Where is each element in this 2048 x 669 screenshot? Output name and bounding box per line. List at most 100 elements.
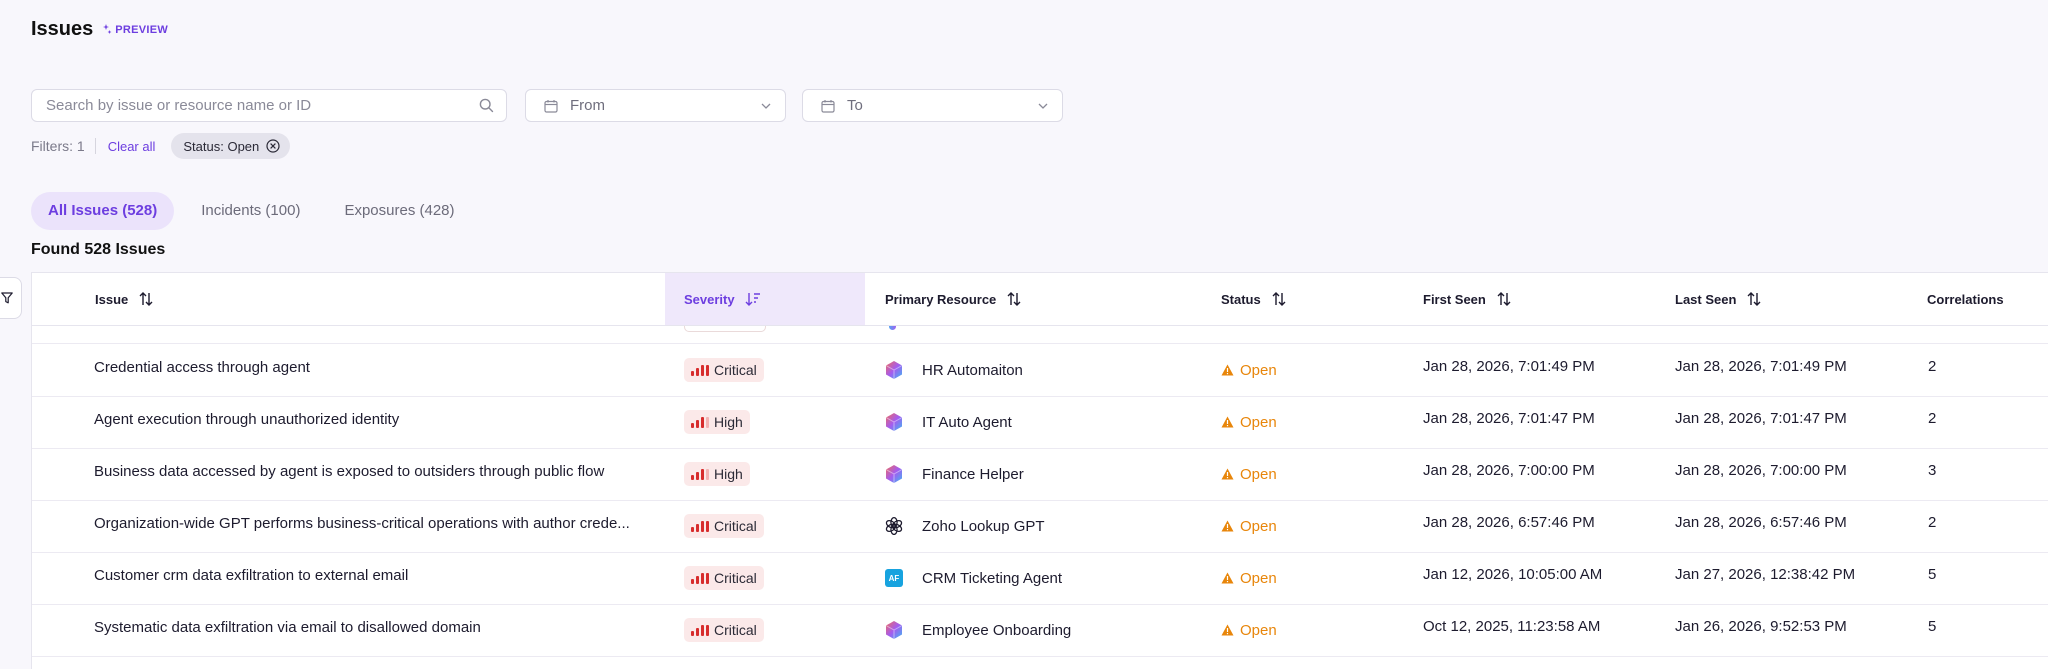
chevron-down-icon — [761, 103, 771, 109]
issue-title[interactable]: Systematic data exfiltration via email t… — [94, 604, 669, 656]
sort-icon — [1747, 292, 1761, 306]
column-header-severity[interactable]: Severity — [665, 273, 865, 325]
column-label: First Seen — [1423, 291, 1486, 307]
warning-icon — [1221, 624, 1234, 636]
table-row[interactable]: Organization-wide GPT performs business-… — [32, 500, 2048, 553]
status-label: Open — [1240, 361, 1277, 379]
resource-name: Finance Helper — [922, 465, 1024, 483]
correlations-cell: 5 — [1928, 566, 1937, 583]
column-label: Status — [1221, 291, 1261, 307]
column-header-correlations[interactable]: Correlations — [1927, 273, 2004, 325]
date-to-picker[interactable]: To — [802, 89, 1063, 122]
resource-name: Employee Onboarding — [922, 621, 1072, 639]
status-label: Open — [1240, 413, 1277, 431]
search-input[interactable] — [44, 96, 479, 115]
tab-all-issues[interactable]: All Issues (528) — [31, 192, 175, 230]
table-row[interactable]: Agent execution through unauthorized ide… — [32, 396, 2048, 449]
last-seen-cell: Jan 27, 2026, 12:38:42 PM — [1675, 566, 1856, 583]
chevron-down-icon — [1038, 103, 1048, 109]
column-header-primary-resource[interactable]: Primary Resource — [885, 273, 1022, 325]
search-icon — [479, 98, 494, 113]
severity-badge: Critical — [684, 618, 764, 642]
primary-resource-cell[interactable]: Finance Helper — [884, 448, 1024, 500]
column-header-last-seen[interactable]: Last Seen — [1675, 273, 1762, 325]
results-count: Found 528 Issues — [31, 241, 166, 258]
severity-badge: Critical — [684, 358, 764, 382]
preview-label: PREVIEW — [115, 23, 169, 36]
severity-label: High — [714, 414, 743, 430]
close-circle-icon[interactable] — [266, 139, 280, 153]
hexagon-gradient-icon — [884, 620, 904, 640]
severity-bars-icon — [691, 624, 709, 636]
primary-resource-cell[interactable]: AF CRM Ticketing Agent — [884, 552, 1062, 604]
first-seen-cell: Oct 12, 2025, 11:23:58 AM — [1423, 618, 1601, 635]
column-header-issue[interactable]: Issue — [95, 273, 154, 325]
warning-icon — [1221, 416, 1234, 428]
sort-icon — [1272, 292, 1286, 306]
issue-title[interactable]: Customer crm data exfiltration to extern… — [94, 552, 669, 604]
severity-label: Critical — [714, 362, 757, 378]
column-label: Primary Resource — [885, 291, 997, 307]
status-cell: Open — [1221, 344, 1277, 396]
primary-resource-cell[interactable]: HR Automaiton — [884, 344, 1023, 396]
column-label: Correlations — [1927, 291, 2004, 307]
resource-name: IT Auto Agent — [922, 413, 1012, 431]
issue-title[interactable]: Credential access through agent — [94, 344, 669, 396]
filter-panel-toggle[interactable] — [0, 277, 22, 319]
date-from-picker[interactable]: From — [525, 89, 786, 122]
last-seen-cell: Jan 28, 2026, 7:01:47 PM — [1675, 410, 1847, 427]
severity-cell: Critical — [684, 604, 764, 656]
table-row-partial — [32, 325, 2048, 344]
issue-tabs: All Issues (528) Incidents (100) Exposur… — [31, 192, 472, 230]
hexagon-gradient-icon — [884, 412, 904, 432]
column-label: Issue — [95, 291, 129, 307]
warning-icon — [1221, 520, 1234, 532]
table-header: Issue Severity Primary Resource Status F… — [32, 273, 2048, 326]
clear-all-link[interactable]: Clear all — [108, 139, 156, 154]
status-cell: Open — [1221, 604, 1277, 656]
table-row[interactable]: Systematic data exfiltration via email t… — [32, 604, 2048, 657]
table-row[interactable]: Credential access through agent Critical… — [32, 344, 2048, 397]
last-seen-cell: Jan 28, 2026, 7:00:00 PM — [1675, 462, 1847, 479]
first-seen-cell: Jan 28, 2026, 7:01:47 PM — [1423, 410, 1595, 427]
column-label: Last Seen — [1675, 291, 1737, 307]
severity-bars-icon — [691, 416, 709, 428]
issue-title[interactable]: Business data accessed by agent is expos… — [94, 448, 669, 500]
status-cell: Open — [1221, 500, 1277, 552]
calendar-icon — [821, 99, 835, 113]
preview-badge: PREVIEW — [103, 24, 168, 36]
issue-title[interactable]: Agent execution through unauthorized ide… — [94, 396, 669, 448]
primary-resource-cell[interactable]: Employee Onboarding — [884, 604, 1071, 656]
status-cell: Open — [1221, 396, 1277, 448]
table-row[interactable]: Business data accessed by agent is expos… — [32, 448, 2048, 501]
correlations-cell: 3 — [1928, 462, 1937, 479]
column-header-first-seen[interactable]: First Seen — [1423, 273, 1512, 325]
issues-table: Issue Severity Primary Resource Status F… — [31, 272, 2048, 669]
hexagon-gradient-icon — [884, 464, 904, 484]
warning-icon — [1221, 572, 1234, 584]
issue-title[interactable]: Organization-wide GPT performs business-… — [94, 500, 669, 552]
date-from-label: From — [570, 97, 605, 114]
primary-resource-cell[interactable]: IT Auto Agent — [884, 396, 1012, 448]
page-header: Issues PREVIEW — [31, 18, 168, 41]
openai-icon — [884, 516, 904, 536]
status-open: Open — [1221, 466, 1277, 483]
last-seen-cell: Jan 28, 2026, 6:57:46 PM — [1675, 514, 1847, 531]
severity-badge: Critical — [684, 566, 764, 590]
severity-bars-icon — [691, 520, 709, 532]
table-row[interactable]: Customer crm data exfiltration to extern… — [32, 552, 2048, 605]
tab-exposures[interactable]: Exposures (428) — [327, 192, 471, 230]
first-seen-cell: Jan 28, 2026, 6:57:46 PM — [1423, 514, 1595, 531]
severity-badge: High — [684, 462, 750, 486]
status-open: Open — [1221, 414, 1277, 431]
severity-label: Critical — [714, 622, 757, 638]
status-label: Open — [1240, 569, 1277, 587]
filters-count: Filters: 1 — [31, 138, 85, 154]
column-header-status[interactable]: Status — [1221, 273, 1287, 325]
severity-label: High — [714, 466, 743, 482]
correlations-cell: 5 — [1928, 618, 1937, 635]
tab-incidents[interactable]: Incidents (100) — [184, 192, 317, 230]
primary-resource-cell[interactable]: Zoho Lookup GPT — [884, 500, 1045, 552]
correlations-cell: 2 — [1928, 358, 1937, 375]
status-label: Open — [1240, 517, 1277, 535]
